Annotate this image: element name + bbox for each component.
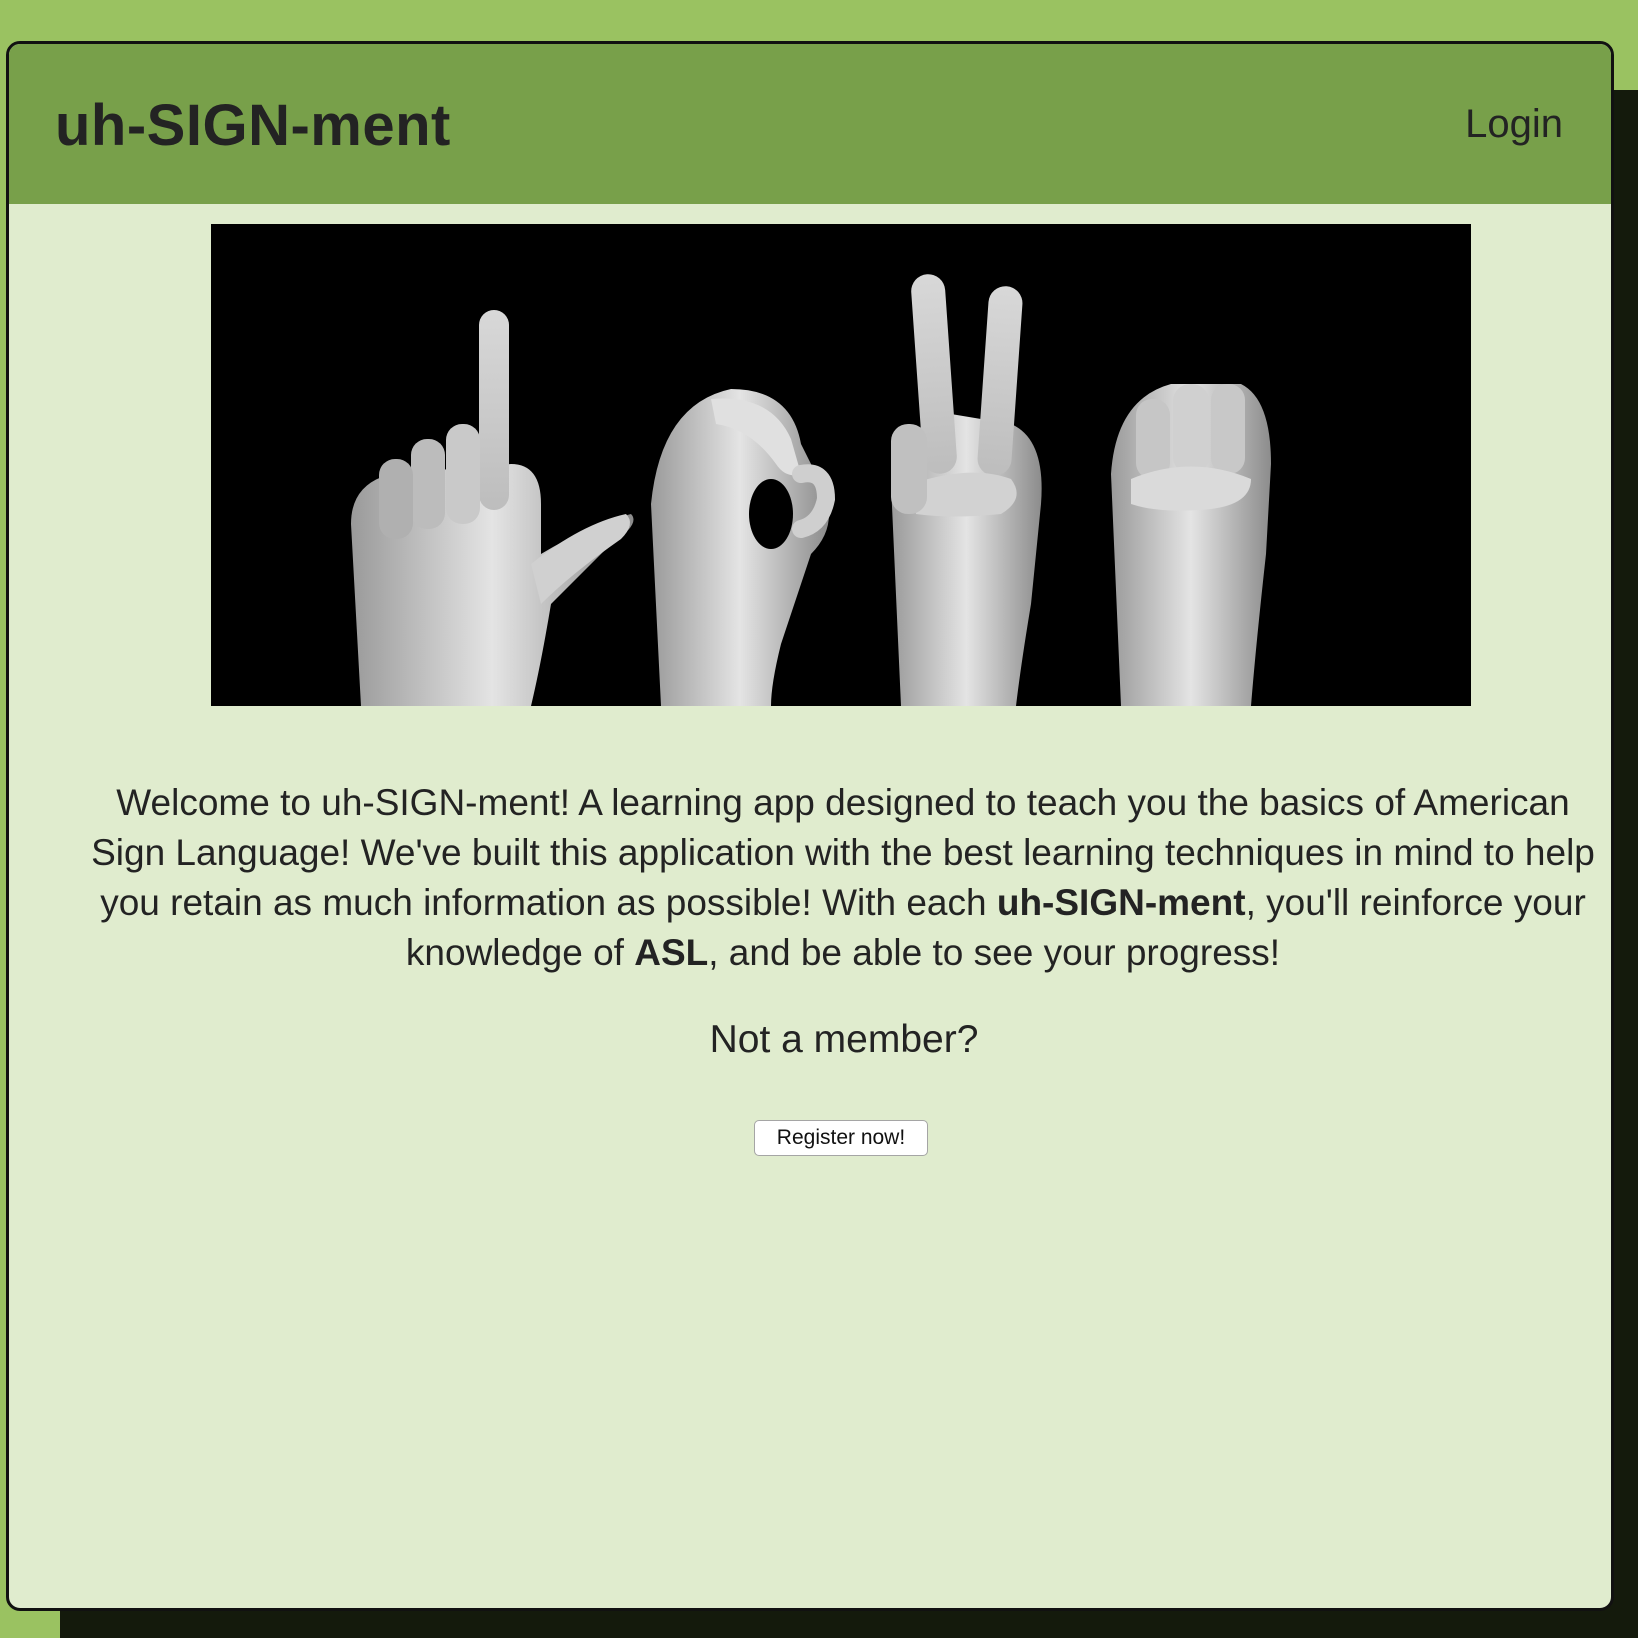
welcome-line-4b: , and be able to see your progress! <box>708 932 1281 973</box>
welcome-line-2: Sign Language! We've built this applicat… <box>91 832 1595 873</box>
welcome-line-3b: , you'll reinforce your <box>1245 882 1586 923</box>
register-button[interactable]: Register now! <box>754 1120 928 1156</box>
welcome-line-4: knowledge of ASL, and be able to see you… <box>23 928 1611 978</box>
welcome-line-3: you retain as much information as possib… <box>23 878 1611 928</box>
asl-hands-illustration <box>211 224 1471 706</box>
brand-inline: uh-SIGN-ment <box>996 882 1246 923</box>
hero-image <box>211 224 1471 706</box>
asl-inline: ASL <box>634 932 709 973</box>
login-link[interactable]: Login <box>1465 102 1563 147</box>
site-header: uh-SIGN-ment Login <box>9 44 1611 204</box>
brand-title: uh-SIGN-ment <box>55 93 451 158</box>
not-member-prompt: Not a member? <box>709 1018 979 1061</box>
welcome-line-4a: knowledge of <box>405 932 635 973</box>
hand-e-icon <box>1111 384 1271 706</box>
browser-window: uh-SIGN-ment Login Welcome to uh-SIGN-me… <box>6 41 1614 1611</box>
welcome-line-1: Welcome to uh-SIGN-ment! A learning app … <box>116 782 1570 823</box>
welcome-line-3a: you retain as much information as possib… <box>100 882 997 923</box>
welcome-paragraph: Welcome to uh-SIGN-ment! A learning app … <box>23 778 1611 978</box>
